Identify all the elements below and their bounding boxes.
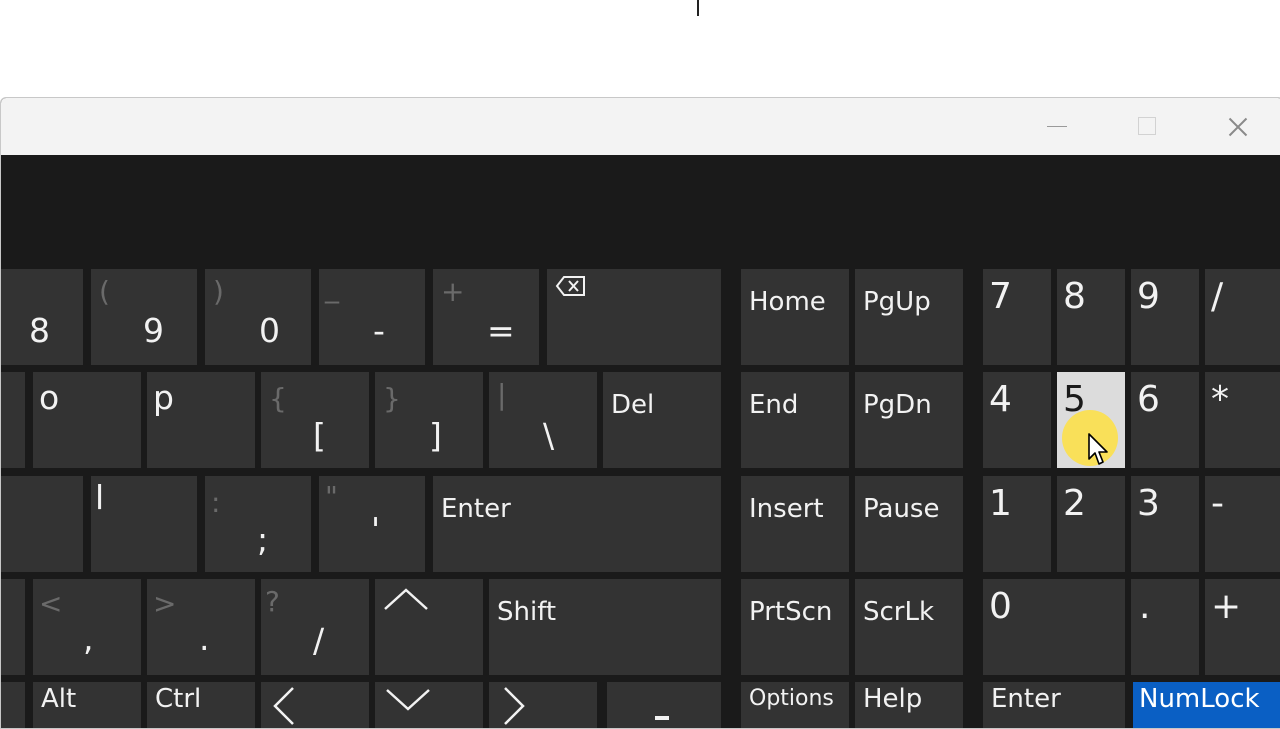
numpad-key-add[interactable]: +	[1205, 579, 1280, 675]
left-arrow-icon	[273, 687, 294, 725]
key-quote[interactable]: " '	[319, 476, 425, 572]
menu-icon	[655, 716, 669, 720]
key-home[interactable]: Home	[741, 269, 849, 365]
key-pgdn[interactable]: PgDn	[855, 372, 963, 468]
numpad-key-subtract[interactable]: -	[1205, 476, 1280, 572]
title-bar	[1, 98, 1280, 155]
right-arrow-icon	[504, 687, 525, 725]
numpad-key-9[interactable]: 9	[1131, 269, 1199, 365]
up-arrow-icon	[384, 588, 428, 610]
key-ctrl[interactable]: Ctrl	[147, 682, 255, 728]
numpad-key-multiply[interactable]: *	[1205, 372, 1280, 468]
numpad-key-1[interactable]: 1	[983, 476, 1051, 572]
key-menu[interactable]	[607, 682, 721, 728]
key-end[interactable]: End	[741, 372, 849, 468]
numpad-key-6[interactable]: 6	[1131, 372, 1199, 468]
numpad-key-4[interactable]: 4	[983, 372, 1051, 468]
key-l[interactable]: l	[91, 476, 197, 572]
key-prtscn[interactable]: PrtScn	[741, 579, 849, 675]
mouse-pointer-icon	[1088, 433, 1108, 465]
key-backslash[interactable]: | \	[489, 372, 597, 468]
key-alt[interactable]: Alt	[33, 682, 141, 728]
key-help[interactable]: Help	[855, 682, 963, 728]
key-p[interactable]: p	[147, 372, 255, 468]
numpad-key-7[interactable]: 7	[983, 269, 1051, 365]
key-backspace[interactable]	[547, 269, 721, 365]
key-minus[interactable]: _ -	[319, 269, 425, 365]
close-button[interactable]	[1207, 98, 1267, 155]
numpad-key-2[interactable]: 2	[1057, 476, 1125, 572]
numpad-key-8[interactable]: 8	[1057, 269, 1125, 365]
numpad-key-enter[interactable]: Enter	[983, 682, 1125, 728]
key-9[interactable]: ( 9	[91, 269, 197, 365]
key-comma[interactable]: < ,	[33, 579, 141, 675]
key-8[interactable]: 8	[1, 269, 83, 365]
numpad-key-3[interactable]: 3	[1131, 476, 1199, 572]
key-scrlk[interactable]: ScrLk	[855, 579, 963, 675]
key-insert[interactable]: Insert	[741, 476, 849, 572]
key-del[interactable]: Del	[603, 372, 721, 468]
key-pgup[interactable]: PgUp	[855, 269, 963, 365]
maximize-button[interactable]	[1117, 98, 1177, 155]
key-equals[interactable]: + =	[433, 269, 539, 365]
numpad-key-0[interactable]: 0	[983, 579, 1125, 675]
key-fn-partial[interactable]	[1, 682, 25, 728]
key-right-bracket[interactable]: } ]	[375, 372, 483, 468]
numpad-key-decimal[interactable]: .	[1131, 579, 1199, 675]
key-0[interactable]: ) 0	[205, 269, 311, 365]
key-left-arrow[interactable]	[261, 682, 369, 728]
key-i-partial[interactable]	[1, 372, 25, 468]
key-slash[interactable]: ? /	[261, 579, 369, 675]
key-up-arrow[interactable]	[375, 579, 483, 675]
text-caret	[697, 0, 699, 16]
numpad-key-divide[interactable]: /	[1205, 269, 1280, 365]
key-semicolon[interactable]: : ;	[205, 476, 311, 572]
key-options[interactable]: Options	[741, 682, 849, 728]
key-k-partial[interactable]	[1, 476, 83, 572]
key-pause[interactable]: Pause	[855, 476, 963, 572]
key-down-arrow[interactable]	[375, 682, 483, 728]
key-enter[interactable]: Enter	[433, 476, 721, 572]
key-m-partial[interactable]	[1, 579, 25, 675]
key-o[interactable]: o	[33, 372, 141, 468]
minimize-button[interactable]	[1027, 98, 1087, 155]
key-right-arrow[interactable]	[489, 682, 597, 728]
down-arrow-icon	[386, 689, 430, 711]
key-shift[interactable]: Shift	[489, 579, 721, 675]
key-left-bracket[interactable]: { [	[261, 372, 369, 468]
key-numlock[interactable]: NumLock	[1133, 682, 1280, 728]
key-period[interactable]: > .	[147, 579, 255, 675]
backspace-icon	[555, 276, 585, 296]
